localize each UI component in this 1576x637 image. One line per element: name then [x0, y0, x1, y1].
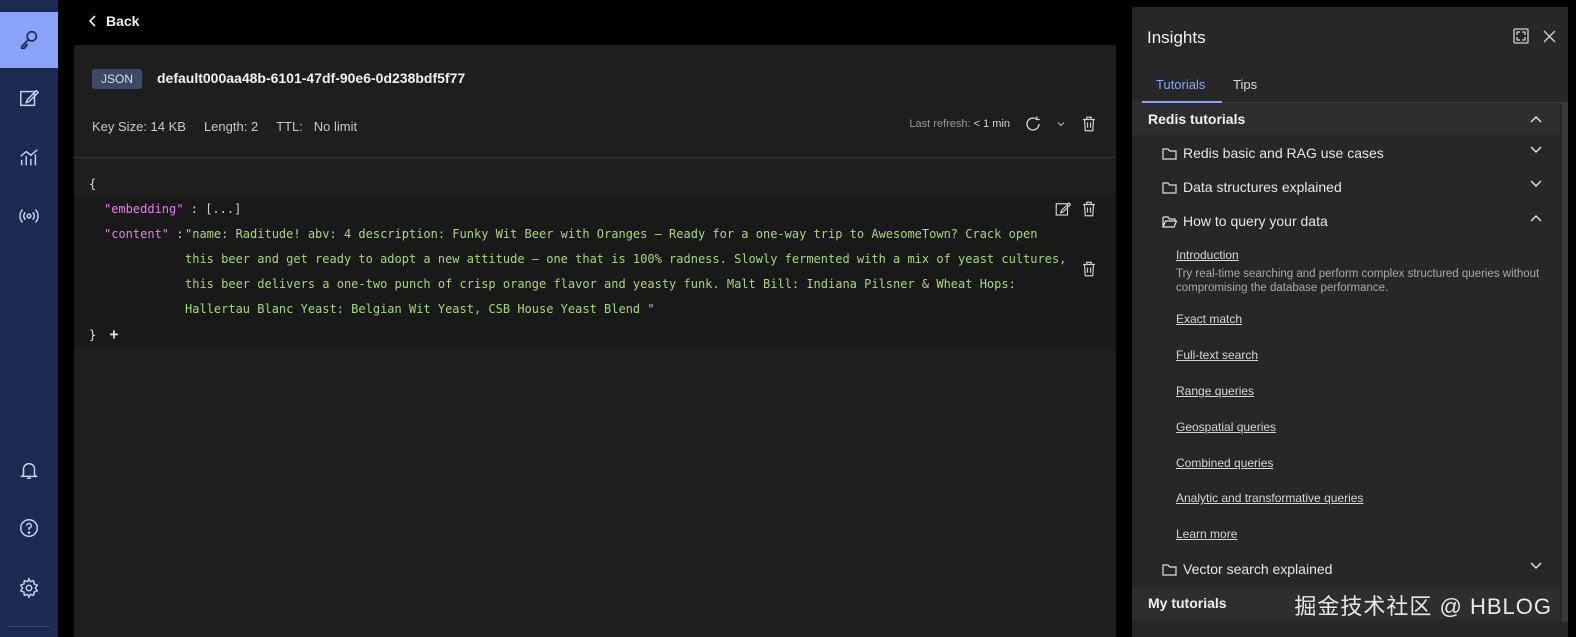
chevron-down-icon: [1530, 180, 1542, 188]
analytics-icon: [20, 149, 38, 166]
embedding-entry: "embedding" : [...]: [104, 197, 241, 222]
link-learn-more[interactable]: Learn more: [1176, 527, 1237, 541]
json-open-brace: {: [89, 177, 97, 191]
refresh-icon[interactable]: [1024, 115, 1042, 133]
delete-key-icon[interactable]: [1080, 115, 1098, 133]
key-name[interactable]: default000aa48b-6101-47df-90e6-0d238bdf5…: [157, 70, 465, 86]
chevron-down-icon: [1530, 562, 1542, 570]
folder-icon: [1162, 147, 1177, 160]
folder-label: Vector search explained: [1183, 561, 1333, 577]
refresh-controls: Last refresh: < 1 min: [909, 115, 1098, 133]
json-close-line: } +: [74, 322, 1116, 347]
content-key: "content": [104, 227, 170, 241]
link-combined-queries[interactable]: Combined queries: [1176, 456, 1273, 470]
add-field-button[interactable]: +: [109, 325, 118, 343]
left-navigation: [0, 0, 58, 637]
last-refresh: Last refresh: < 1 min: [909, 118, 1010, 130]
introduction-description: Try real-time searching and perform comp…: [1176, 268, 1540, 294]
folder-label: How to query your data: [1183, 213, 1328, 229]
my-tutorials-label: My tutorials: [1148, 595, 1227, 611]
help-icon: [20, 519, 38, 537]
key-header: JSON default000aa48b-6101-47df-90e6-0d23…: [74, 45, 1116, 158]
embedding-value[interactable]: [...]: [205, 202, 241, 216]
folder-icon: [1162, 181, 1177, 194]
key-length: Length: 2: [203, 119, 259, 134]
key-size: Key Size: 14 KB: [92, 119, 186, 134]
folder-vector-search[interactable]: Vector search explained: [1162, 555, 1542, 583]
ttl-label: TTL:: [276, 119, 303, 134]
tab-tutorials[interactable]: Tutorials: [1156, 77, 1205, 92]
link-full-text-search[interactable]: Full-text search: [1176, 348, 1258, 362]
key-meta: Key Size: 14 KB Length: 2 TTL: No limit: [92, 119, 357, 134]
folder-redis-basic[interactable]: Redis basic and RAG use cases: [1162, 139, 1542, 167]
gear-icon: [19, 577, 39, 599]
content-colon: :: [176, 227, 184, 241]
last-refresh-value: < 1 min: [973, 118, 1010, 130]
folder-open-icon: [1162, 215, 1177, 228]
embedding-key: "embedding": [104, 202, 184, 216]
nav-help-button[interactable]: [0, 500, 58, 556]
json-row-embedding[interactable]: "embedding" : [...]: [74, 197, 1116, 222]
folder-data-structures[interactable]: Data structures explained: [1162, 173, 1542, 201]
embedding-actions: [1054, 200, 1098, 218]
tab-tips[interactable]: Tips: [1233, 77, 1257, 92]
content-line-1: "name: Raditude! abv: 4 description: Fun…: [185, 227, 1038, 241]
insights-header-actions: [1513, 28, 1556, 44]
link-geospatial-queries[interactable]: Geospatial queries: [1176, 420, 1276, 434]
ttl-value: No limit: [313, 119, 358, 134]
nav-notifications-button[interactable]: [0, 442, 58, 498]
chevron-up-icon: [1530, 115, 1542, 123]
folder-label: Data structures explained: [1183, 179, 1342, 195]
embedding-colon: :: [190, 202, 198, 216]
key-ttl[interactable]: TTL: No limit: [276, 119, 357, 134]
content-line-3: this beer delivers a one-two punch of cr…: [185, 277, 1016, 291]
insights-tabs: Tutorials Tips: [1132, 73, 1568, 103]
insights-scrollbar[interactable]: [1562, 102, 1568, 622]
link-exact-match[interactable]: Exact match: [1176, 312, 1242, 326]
folder-icon: [1162, 563, 1177, 576]
json-row-content[interactable]: "content" : "name: Raditude! abv: 4 desc…: [74, 222, 1116, 322]
nav-workbench-button[interactable]: [0, 70, 58, 126]
content-line-2: this beer and get ready to adopt a new a…: [185, 252, 1067, 266]
content-line-4: Hallertau Blanc Yeast: Belgian Wit Yeast…: [185, 302, 655, 316]
back-label: Back: [106, 13, 140, 29]
key-type-badge: JSON: [92, 69, 143, 89]
chevron-up-icon: [1530, 214, 1542, 222]
fullscreen-icon[interactable]: [1513, 28, 1529, 44]
folder-query-data[interactable]: How to query your data: [1162, 207, 1542, 235]
watermark-text: 掘金技术社区 @ HBLOG: [1294, 594, 1552, 619]
chevron-down-icon[interactable]: [1056, 119, 1066, 129]
key-details-panel: JSON default000aa48b-6101-47df-90e6-0d23…: [74, 45, 1116, 637]
back-button[interactable]: Back: [88, 13, 139, 29]
redis-tutorials-label: Redis tutorials: [1148, 111, 1246, 127]
insights-title: Insights: [1147, 28, 1206, 47]
bell-icon: [19, 462, 39, 479]
link-range-queries[interactable]: Range queries: [1176, 384, 1254, 398]
content-actions: [1080, 260, 1098, 278]
json-open-line: {: [74, 172, 1116, 197]
json-close-brace: }: [89, 328, 97, 342]
edit-icon[interactable]: [1054, 200, 1072, 218]
content-entry: "content" :: [104, 222, 184, 247]
nav-settings-button[interactable]: [0, 560, 58, 616]
last-refresh-label: Last refresh:: [909, 118, 971, 130]
nav-divider: [8, 626, 50, 627]
key-icon: [20, 30, 38, 50]
chevron-down-icon: [1530, 146, 1542, 154]
nav-browser-button[interactable]: [0, 12, 58, 68]
link-analytic-queries[interactable]: Analytic and transformative queries: [1176, 491, 1363, 505]
nav-analytics-button[interactable]: [0, 130, 58, 186]
redis-tutorials-header[interactable]: Redis tutorials: [1132, 103, 1560, 135]
edit-icon: [20, 89, 40, 107]
top-bar: Back: [58, 0, 1132, 45]
delete-icon[interactable]: [1080, 200, 1098, 218]
link-introduction[interactable]: Introduction: [1176, 248, 1239, 262]
nav-pubsub-button[interactable]: [0, 188, 58, 244]
insights-panel: Insights Tutorials Tips Redis tutorials …: [1132, 7, 1568, 637]
broadcast-icon: [19, 209, 39, 223]
folder-label: Redis basic and RAG use cases: [1183, 145, 1384, 161]
chevron-left-icon: [88, 15, 96, 27]
close-icon[interactable]: [1543, 30, 1556, 43]
delete-icon[interactable]: [1080, 260, 1098, 278]
